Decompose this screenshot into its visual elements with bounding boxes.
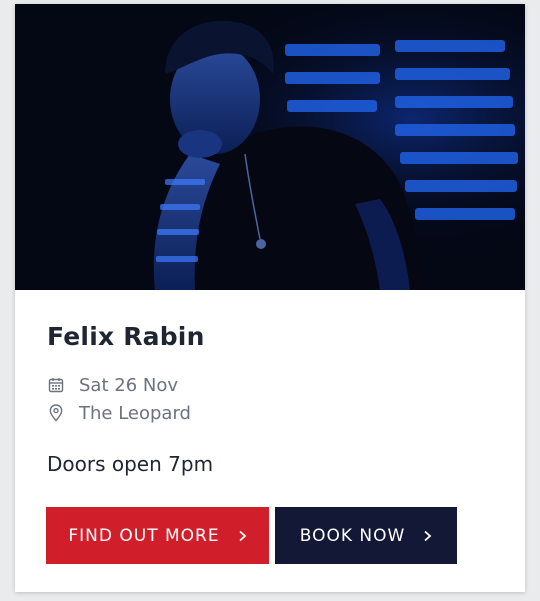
event-card: Felix Rabin Sat 26 Nov The Leopard Doors…	[15, 4, 525, 592]
page: Felix Rabin Sat 26 Nov The Leopard Doors…	[0, 0, 540, 601]
event-hero-image	[15, 4, 525, 290]
event-date: Sat 26 Nov	[79, 374, 178, 396]
book-now-button[interactable]: BOOK NOW	[275, 507, 457, 564]
event-venue: The Leopard	[79, 402, 191, 424]
event-details: Felix Rabin Sat 26 Nov The Leopard Doors…	[47, 320, 497, 478]
event-meta: Sat 26 Nov The Leopard	[47, 371, 497, 427]
event-venue-row: The Leopard	[47, 399, 497, 427]
book-now-label: BOOK NOW	[299, 525, 406, 546]
event-doors-time: Doors open 7pm	[47, 452, 214, 476]
map-pin-icon	[47, 404, 65, 422]
event-title: Felix Rabin	[47, 322, 205, 351]
event-date-row: Sat 26 Nov	[47, 371, 497, 399]
calendar-icon	[47, 376, 65, 394]
find-out-more-label: FIND OUT MORE	[68, 525, 220, 546]
event-actions: FIND OUT MORE BOOK NOW	[46, 507, 457, 564]
find-out-more-button[interactable]: FIND OUT MORE	[46, 507, 269, 564]
chevron-right-icon	[423, 530, 432, 542]
chevron-right-icon	[238, 530, 247, 542]
